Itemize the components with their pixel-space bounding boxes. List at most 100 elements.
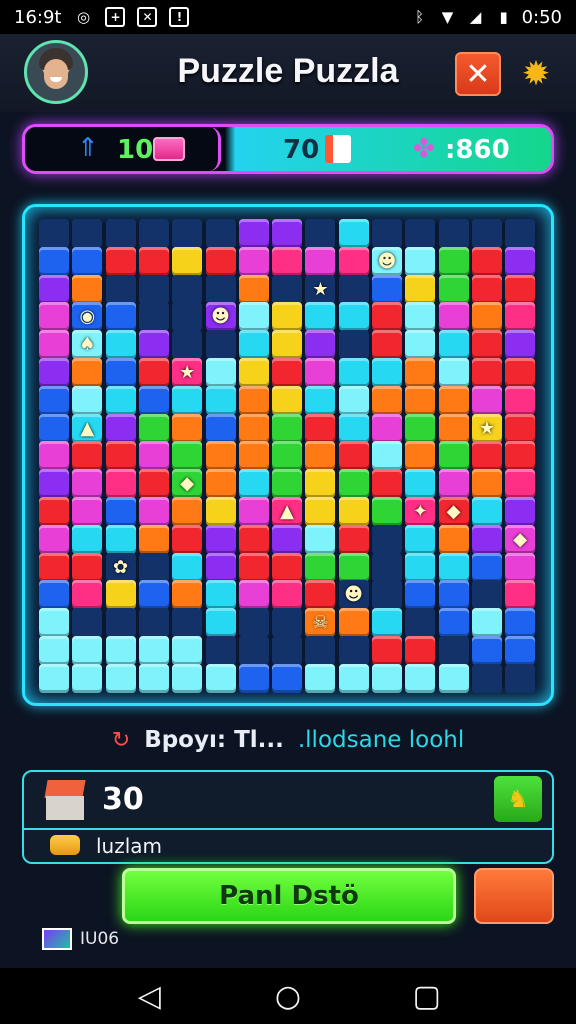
- board-tile[interactable]: [305, 246, 336, 276]
- avatar[interactable]: [24, 40, 88, 104]
- board-tile[interactable]: [372, 497, 402, 526]
- board-tile[interactable]: [72, 497, 103, 526]
- board-tile[interactable]: [272, 441, 303, 471]
- board-tile[interactable]: [438, 580, 469, 610]
- board-tile[interactable]: ★: [305, 274, 336, 304]
- board-tile[interactable]: [238, 330, 269, 360]
- board-tile[interactable]: [438, 219, 469, 248]
- board-tile[interactable]: [205, 497, 236, 526]
- secondary-button[interactable]: [474, 868, 554, 924]
- board-tile[interactable]: ☠: [305, 608, 336, 638]
- board-tile[interactable]: [405, 274, 436, 304]
- board-tile[interactable]: [438, 524, 469, 554]
- board-tile[interactable]: [338, 636, 369, 665]
- board-tile[interactable]: [471, 274, 502, 304]
- board-tile[interactable]: [105, 385, 136, 415]
- board-tile[interactable]: [138, 580, 169, 610]
- board-tile[interactable]: [471, 469, 502, 499]
- board-tile[interactable]: [105, 330, 136, 360]
- board-tile[interactable]: [338, 552, 369, 582]
- board-tile[interactable]: [238, 524, 269, 554]
- board-tile[interactable]: [372, 608, 402, 638]
- board-tile[interactable]: ✿: [105, 552, 136, 582]
- board-tile[interactable]: [405, 330, 436, 360]
- board-tile[interactable]: [72, 469, 103, 499]
- board-tile[interactable]: [272, 219, 303, 248]
- board-tile[interactable]: [505, 385, 536, 415]
- board-tile[interactable]: [471, 552, 502, 582]
- board-tile[interactable]: [39, 246, 69, 276]
- board-tile[interactable]: [172, 330, 203, 360]
- board-tile[interactable]: [72, 274, 103, 304]
- board-tile[interactable]: ▲: [272, 497, 303, 526]
- board-tile[interactable]: [205, 441, 236, 471]
- board-tile[interactable]: [272, 524, 303, 554]
- board-tile[interactable]: [305, 469, 336, 499]
- board-tile[interactable]: [505, 608, 536, 638]
- board-tile[interactable]: [138, 524, 169, 554]
- board-tile[interactable]: [372, 636, 402, 665]
- board-tile[interactable]: [438, 302, 469, 332]
- board-tile[interactable]: [39, 302, 69, 332]
- board-tile[interactable]: [138, 358, 169, 387]
- board-tile[interactable]: [105, 608, 136, 638]
- board-tile[interactable]: [172, 663, 203, 693]
- board-tile[interactable]: [172, 385, 203, 415]
- board-tile[interactable]: [505, 358, 536, 387]
- board-tile[interactable]: [272, 663, 303, 693]
- board-tile[interactable]: [39, 497, 69, 526]
- board-tile[interactable]: [338, 358, 369, 387]
- board-tile[interactable]: [505, 580, 536, 610]
- board-tile[interactable]: [172, 302, 203, 332]
- board-tile[interactable]: [372, 302, 402, 332]
- board-tile[interactable]: [505, 302, 536, 332]
- board-tile[interactable]: [205, 469, 236, 499]
- board-tile[interactable]: [471, 246, 502, 276]
- board-tile[interactable]: [405, 385, 436, 415]
- board-tile[interactable]: [72, 608, 103, 638]
- board-tile[interactable]: [505, 274, 536, 304]
- board-tile[interactable]: [105, 663, 136, 693]
- board-tile[interactable]: [105, 246, 136, 276]
- board-tile[interactable]: [372, 219, 402, 248]
- board-tile[interactable]: [72, 385, 103, 415]
- board-tile[interactable]: [72, 358, 103, 387]
- recents-icon[interactable]: ▢: [407, 976, 447, 1016]
- board-tile[interactable]: [39, 469, 69, 499]
- board-tile[interactable]: [72, 441, 103, 471]
- board-tile[interactable]: [505, 497, 536, 526]
- board-tile[interactable]: [238, 246, 269, 276]
- board-tile[interactable]: [372, 524, 402, 554]
- board-tile[interactable]: [405, 469, 436, 499]
- board-tile[interactable]: [205, 413, 236, 443]
- trophy-button[interactable]: ♞: [494, 776, 542, 822]
- board-tile[interactable]: [138, 608, 169, 638]
- board-tile[interactable]: [338, 524, 369, 554]
- board-tile[interactable]: [39, 219, 69, 248]
- board-tile[interactable]: [238, 219, 269, 248]
- board-tile[interactable]: [471, 663, 502, 693]
- board-tile[interactable]: ☻: [372, 246, 402, 276]
- board-tile[interactable]: [372, 552, 402, 582]
- board-tile[interactable]: [438, 413, 469, 443]
- board-tile[interactable]: [238, 608, 269, 638]
- board-tile[interactable]: ◆: [438, 497, 469, 526]
- board-tile[interactable]: [39, 636, 69, 665]
- board-tile[interactable]: [172, 246, 203, 276]
- board-tile[interactable]: [105, 580, 136, 610]
- board-tile[interactable]: [238, 385, 269, 415]
- board-tile[interactable]: [438, 469, 469, 499]
- board-tile[interactable]: [338, 608, 369, 638]
- board-tile[interactable]: ◆: [172, 469, 203, 499]
- board-tile[interactable]: ▲: [72, 413, 103, 443]
- board-tile[interactable]: [105, 441, 136, 471]
- board-tile[interactable]: [438, 636, 469, 665]
- board-tile[interactable]: [305, 580, 336, 610]
- board-tile[interactable]: [72, 636, 103, 665]
- board-tile[interactable]: [372, 385, 402, 415]
- board-tile[interactable]: [105, 219, 136, 248]
- board-tile[interactable]: [238, 636, 269, 665]
- board-tile[interactable]: [172, 552, 203, 582]
- board-tile[interactable]: [105, 413, 136, 443]
- board-tile[interactable]: [372, 580, 402, 610]
